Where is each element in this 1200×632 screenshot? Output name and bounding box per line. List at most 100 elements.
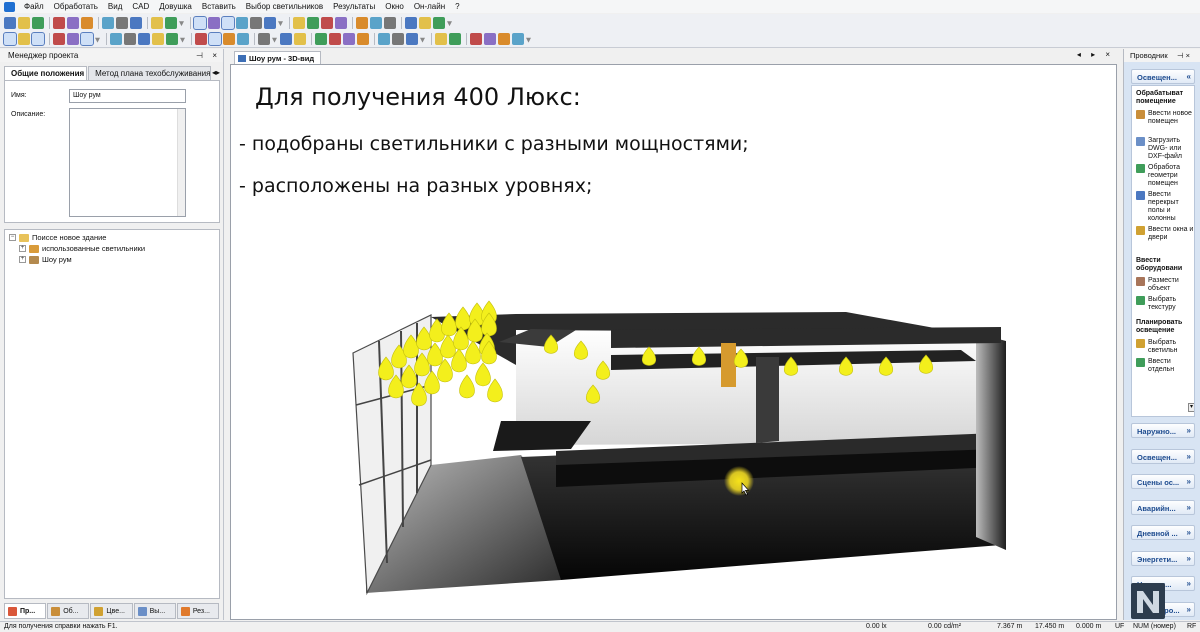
grid-c-icon[interactable] (406, 33, 418, 45)
object-a-icon[interactable] (280, 33, 292, 45)
rotate-tool-icon[interactable] (498, 33, 510, 45)
node-icon[interactable] (435, 33, 447, 45)
bottom-tab-4[interactable]: Рез... (176, 603, 220, 619)
menu-cad[interactable]: CAD (127, 0, 154, 13)
menu-window[interactable]: Окно (380, 0, 409, 13)
explorer-action[interactable]: Размести объект (1136, 277, 1194, 293)
explorer-action[interactable]: Ввести новое помещен (1136, 110, 1194, 126)
pin-icon[interactable]: ⊣ × (1177, 49, 1190, 62)
tab-maintenance-method[interactable]: Метод плана техобслуживания (88, 66, 211, 80)
layout-a-icon[interactable] (405, 16, 417, 29)
draw-line-icon[interactable] (470, 33, 482, 45)
section-2[interactable]: Сцены ос... » (1131, 474, 1195, 489)
expander-icon[interactable]: + (19, 256, 26, 263)
layout-b-icon[interactable] (419, 16, 431, 29)
object-b-icon[interactable] (294, 33, 306, 45)
explorer-action[interactable]: Выбрать текстуру (1136, 296, 1194, 312)
palette-icon[interactable] (258, 33, 270, 45)
new-file-icon[interactable] (4, 16, 16, 29)
light-red-icon[interactable] (124, 33, 136, 45)
explorer-action[interactable]: Загрузить DWG- или DXF-файл (1136, 137, 1194, 161)
document-controls[interactable]: ◂ ▸ × (1077, 50, 1114, 59)
menu-edit[interactable]: Обработать (49, 0, 103, 13)
bottom-tab-2[interactable]: Цве... (90, 603, 133, 619)
tool-e-icon[interactable] (356, 16, 368, 29)
undo-icon[interactable] (151, 16, 163, 29)
hand-icon[interactable] (208, 32, 222, 46)
tree-item[interactable]: + Шоу рум (19, 254, 72, 265)
explorer-action[interactable]: Обработа геометри помещен (1136, 164, 1194, 188)
pin-icon[interactable]: ⊣ (196, 49, 203, 62)
table-icon[interactable] (138, 33, 150, 45)
chevron-down-icon[interactable] (526, 37, 531, 43)
tool-g-icon[interactable] (384, 16, 396, 29)
chevron-down-icon[interactable]: ▾ (1188, 403, 1194, 412)
section-lighting-open[interactable]: Освещен... « (1131, 69, 1195, 84)
section-4[interactable]: Дневной ... » (1131, 525, 1195, 540)
tool-d-icon[interactable] (335, 16, 347, 29)
rotate-icon[interactable] (31, 32, 45, 46)
menu-insert[interactable]: Вставить (197, 0, 241, 13)
menu-trap[interactable]: Довушка (154, 0, 197, 13)
description-scrollbar[interactable] (177, 109, 185, 216)
tab-general[interactable]: Общие положения (4, 66, 88, 80)
chevron-down-icon[interactable] (179, 21, 184, 27)
tab-showroom-3d[interactable]: Шоу рум - 3D-вид (234, 51, 322, 64)
chevron-down-icon[interactable] (272, 37, 277, 43)
open-file-icon[interactable] (18, 16, 30, 29)
explorer-action[interactable]: Выбрать светильн (1136, 339, 1194, 355)
chevron-down-icon[interactable] (420, 37, 425, 43)
chevron-down-icon[interactable] (447, 21, 452, 27)
print-icon[interactable] (53, 16, 65, 29)
object-d-icon[interactable] (329, 33, 341, 45)
zoom-icon[interactable] (195, 33, 207, 45)
chevron-down-icon[interactable] (95, 37, 100, 43)
name-field[interactable]: Шоу рум (69, 89, 186, 103)
tree-item[interactable]: − Поиссе новое здание (9, 232, 106, 243)
tab-scroll-arrows[interactable]: ◂▸ (212, 66, 220, 80)
tree-item[interactable]: + использованные светильники (19, 243, 145, 254)
view-3d-rotate-icon[interactable] (208, 16, 220, 29)
expander-icon[interactable]: + (19, 245, 26, 252)
menu-help[interactable]: ? (450, 0, 464, 13)
chevron-down-icon[interactable] (278, 21, 283, 27)
move-icon[interactable] (18, 33, 30, 45)
cut-icon[interactable] (102, 16, 114, 29)
menu-online[interactable]: Он-лайн (409, 0, 450, 13)
tool-a-icon[interactable] (293, 16, 305, 29)
circle-select-icon[interactable] (250, 16, 262, 29)
copy-icon[interactable] (116, 16, 128, 29)
pointer-icon[interactable] (236, 16, 248, 29)
bottom-tab-1[interactable]: Об... (47, 603, 90, 619)
bottom-tab-3[interactable]: Вы... (133, 603, 176, 619)
menu-file[interactable]: Файл (19, 0, 49, 13)
menu-view[interactable]: Вид (103, 0, 127, 13)
explorer-action[interactable]: Ввести отдельн (1136, 358, 1194, 374)
grid-b-icon[interactable] (392, 33, 404, 45)
print-preview-icon[interactable] (67, 16, 79, 29)
orbit-icon[interactable] (223, 33, 235, 45)
draw-curve-icon[interactable] (484, 33, 496, 45)
tool-c-icon[interactable] (321, 16, 333, 29)
section-5[interactable]: Энергети... » (1131, 550, 1195, 566)
rotate-tool-b-icon[interactable] (512, 33, 524, 45)
explorer-action[interactable]: Ввести окна и двери (1136, 226, 1194, 242)
sphere-icon[interactable] (264, 16, 276, 29)
pdf-icon[interactable] (81, 16, 93, 29)
layout-c-icon[interactable] (433, 16, 445, 29)
3d-viewport[interactable]: Для получения 400 Люкс: - подобраны свет… (230, 64, 1117, 620)
tool-b-icon[interactable] (307, 16, 319, 29)
section-3[interactable]: Аварийн... » (1131, 499, 1195, 515)
object-c-icon[interactable] (315, 33, 327, 45)
view-3d-icon[interactable] (193, 15, 207, 30)
tool-f-icon[interactable] (370, 16, 382, 29)
calc-icon[interactable] (80, 32, 94, 46)
pen-icon[interactable] (53, 33, 65, 45)
description-field[interactable] (69, 108, 186, 217)
measure-icon[interactable] (449, 33, 461, 45)
paste-icon[interactable] (130, 16, 142, 29)
save-icon[interactable] (32, 16, 44, 29)
redo-icon[interactable] (165, 16, 177, 29)
explorer-action[interactable]: Ввести перекрыт полы и колонны (1136, 191, 1194, 223)
floor-plan-icon[interactable] (221, 15, 235, 30)
